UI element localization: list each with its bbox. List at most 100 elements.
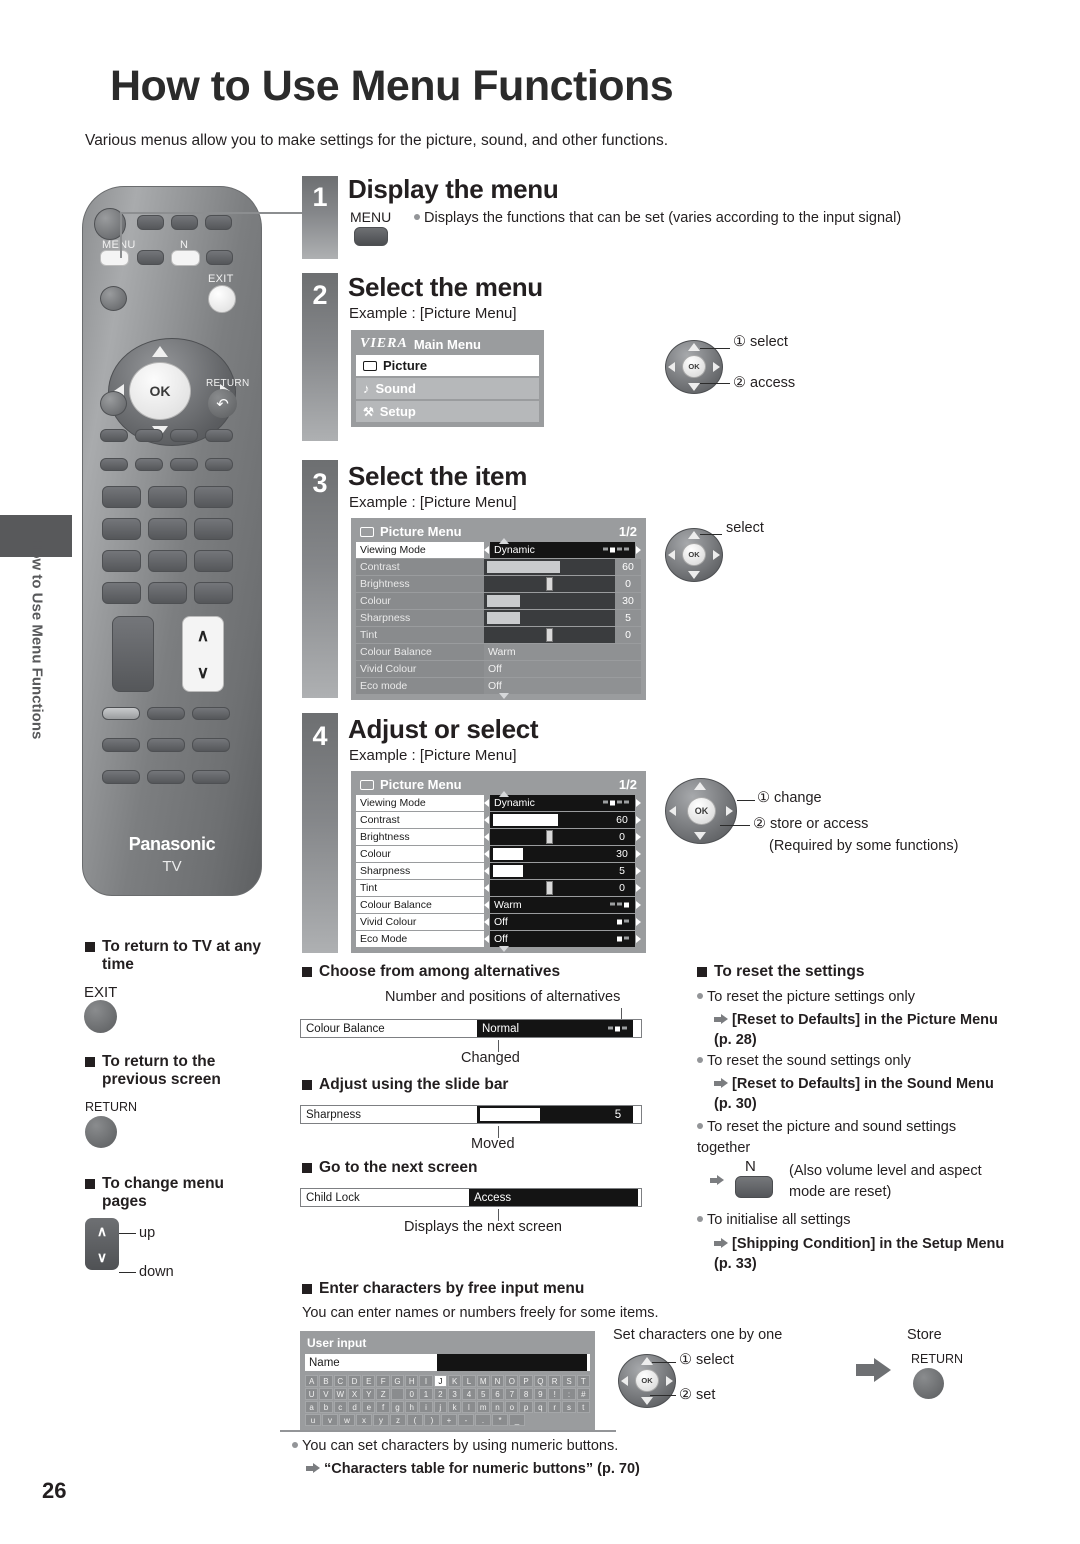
- keyboard-key[interactable]: 7: [505, 1388, 519, 1400]
- left-arrow-icon[interactable]: [484, 546, 489, 554]
- keyboard-key[interactable]: w: [339, 1414, 355, 1426]
- keyboard-key[interactable]: h: [405, 1401, 419, 1413]
- picture-menu-row[interactable]: Eco mode Off: [356, 678, 641, 694]
- keyboard-key[interactable]: a: [305, 1401, 319, 1413]
- keyboard-key[interactable]: J: [433, 1375, 447, 1387]
- picture-menu-slider[interactable]: [484, 576, 615, 592]
- page-up-icon[interactable]: ∧: [97, 1223, 107, 1240]
- keyboard-key[interactable]: z: [390, 1414, 406, 1426]
- keyboard-key[interactable]: Z: [376, 1388, 390, 1400]
- right-arrow-icon[interactable]: [636, 935, 641, 943]
- right-arrow-icon[interactable]: [636, 884, 641, 892]
- picture-menu-row[interactable]: Colour 30: [356, 593, 641, 609]
- picture-menu-row[interactable]: Colour Balance Warm: [356, 644, 641, 660]
- right-arrow-icon[interactable]: [636, 799, 641, 807]
- left-arrow-icon[interactable]: [484, 816, 489, 824]
- scroll-up-icon[interactable]: [498, 538, 509, 544]
- left-arrow-icon[interactable]: [484, 799, 489, 807]
- keyboard-key[interactable]: X: [347, 1388, 362, 1400]
- reset-n-button[interactable]: [735, 1176, 773, 1198]
- picture-menu-row[interactable]: Vivid Colour Off: [356, 661, 641, 677]
- slidebar-example-row[interactable]: Sharpness 5: [300, 1105, 642, 1124]
- picture-menu-row[interactable]: Sharpness 5: [356, 610, 641, 626]
- keyboard-key[interactable]: 0: [405, 1388, 419, 1400]
- keyboard-key[interactable]: s: [562, 1401, 576, 1413]
- keyboard-key[interactable]: b: [319, 1401, 333, 1413]
- character-keyboard[interactable]: A B C D E F G H I J K L M N O P Q R S T U V W X Y Z 0 1 2 3 4 5 6 7 8 9!: # a…: [305, 1375, 590, 1426]
- right-arrow-icon[interactable]: [636, 901, 641, 909]
- keyboard-key[interactable]: N: [490, 1375, 505, 1387]
- keyboard-key[interactable]: 2: [433, 1388, 447, 1400]
- page-updown-button-illustration[interactable]: ∧ ∨: [85, 1218, 119, 1270]
- keyboard-key[interactable]: j: [433, 1401, 447, 1413]
- right-arrow-icon[interactable]: [636, 833, 641, 841]
- dpad-up-icon[interactable]: [152, 346, 168, 357]
- keyboard-key[interactable]: _: [509, 1414, 525, 1426]
- picture-menu-slider[interactable]: [490, 880, 609, 896]
- keyboard-key[interactable]: .: [475, 1414, 491, 1426]
- picture-menu-row[interactable]: Tint 0: [356, 627, 641, 643]
- keyboard-key[interactable]: u: [305, 1414, 321, 1426]
- slider-knob[interactable]: [545, 577, 553, 591]
- keyboard-key[interactable]: O: [505, 1375, 519, 1387]
- keyboard-key[interactable]: V: [319, 1388, 333, 1400]
- left-arrow-icon[interactable]: [484, 867, 489, 875]
- scroll-down-icon[interactable]: [498, 946, 509, 952]
- scroll-up-icon[interactable]: [498, 791, 509, 797]
- ok-button[interactable]: OK: [129, 362, 191, 420]
- keyboard-key[interactable]: g: [390, 1401, 405, 1413]
- picture-menu-slider[interactable]: [484, 593, 615, 609]
- keyboard-key[interactable]: W: [333, 1388, 347, 1400]
- picture-menu-row[interactable]: Vivid Colour Off: [356, 914, 641, 930]
- scroll-down-icon[interactable]: [498, 693, 509, 699]
- slider-knob[interactable]: [545, 881, 553, 895]
- keyboard-key[interactable]: x: [356, 1414, 372, 1426]
- picture-menu-row[interactable]: Colour Balance Warm: [356, 897, 641, 913]
- keyboard-key[interactable]: :: [562, 1388, 576, 1400]
- keyboard-key[interactable]: R: [548, 1375, 562, 1387]
- alternatives-example-row[interactable]: Colour Balance Normal: [300, 1019, 642, 1038]
- left-arrow-icon[interactable]: [484, 935, 489, 943]
- right-arrow-icon[interactable]: [636, 867, 641, 875]
- page-down-icon[interactable]: ∨: [97, 1249, 107, 1266]
- keyboard-key[interactable]: H: [405, 1375, 419, 1387]
- picture-menu-row[interactable]: Sharpness 5: [356, 863, 641, 879]
- main-menu-item-sound[interactable]: ♪ Sound: [356, 378, 539, 399]
- keyboard-key[interactable]: T: [576, 1375, 590, 1387]
- picture-menu-slider[interactable]: [490, 846, 609, 862]
- picture-menu-row[interactable]: Contrast 60: [356, 559, 641, 575]
- picture-menu-row[interactable]: Viewing Mode Dynamic: [356, 542, 641, 558]
- picture-menu-slider[interactable]: [484, 627, 615, 643]
- slider-knob[interactable]: [545, 830, 553, 844]
- keyboard-key[interactable]: P: [519, 1375, 533, 1387]
- keyboard-key[interactable]: k: [447, 1401, 462, 1413]
- left-arrow-icon[interactable]: [484, 850, 489, 858]
- keyboard-key[interactable]: #: [576, 1388, 590, 1400]
- picture-menu-row[interactable]: Tint 0: [356, 880, 641, 896]
- channel-page-rocker[interactable]: ∧ ∨: [182, 616, 224, 692]
- keyboard-key[interactable]: 5: [476, 1388, 490, 1400]
- keyboard-key[interactable]: l: [462, 1401, 476, 1413]
- keyboard-key[interactable]: -: [458, 1414, 474, 1426]
- keyboard-key[interactable]: y: [373, 1414, 389, 1426]
- picture-menu-slider[interactable]: [490, 863, 609, 879]
- menu-button[interactable]: [100, 250, 129, 266]
- keyboard-key[interactable]: (: [407, 1414, 423, 1426]
- keyboard-key[interactable]: 8: [519, 1388, 533, 1400]
- keyboard-key[interactable]: !: [548, 1388, 562, 1400]
- keyboard-key[interactable]: t: [576, 1401, 590, 1413]
- page-up-icon[interactable]: ∧: [197, 626, 209, 646]
- left-arrow-icon[interactable]: [484, 901, 489, 909]
- picture-menu-row[interactable]: Brightness 0: [356, 576, 641, 592]
- right-arrow-icon[interactable]: [634, 1110, 639, 1119]
- keyboard-key[interactable]: d: [347, 1401, 362, 1413]
- keyboard-key[interactable]: +: [441, 1414, 457, 1426]
- keyboard-key[interactable]: Q: [533, 1375, 548, 1387]
- left-arrow-icon[interactable]: [484, 833, 489, 841]
- keyboard-key[interactable]: I: [419, 1375, 433, 1387]
- keyboard-key[interactable]: S: [562, 1375, 576, 1387]
- n-button[interactable]: [171, 250, 200, 266]
- keyboard-key[interactable]: ): [424, 1414, 440, 1426]
- nextscreen-example-row[interactable]: Child Lock Access: [300, 1188, 642, 1207]
- keyboard-key[interactable]: q: [533, 1401, 548, 1413]
